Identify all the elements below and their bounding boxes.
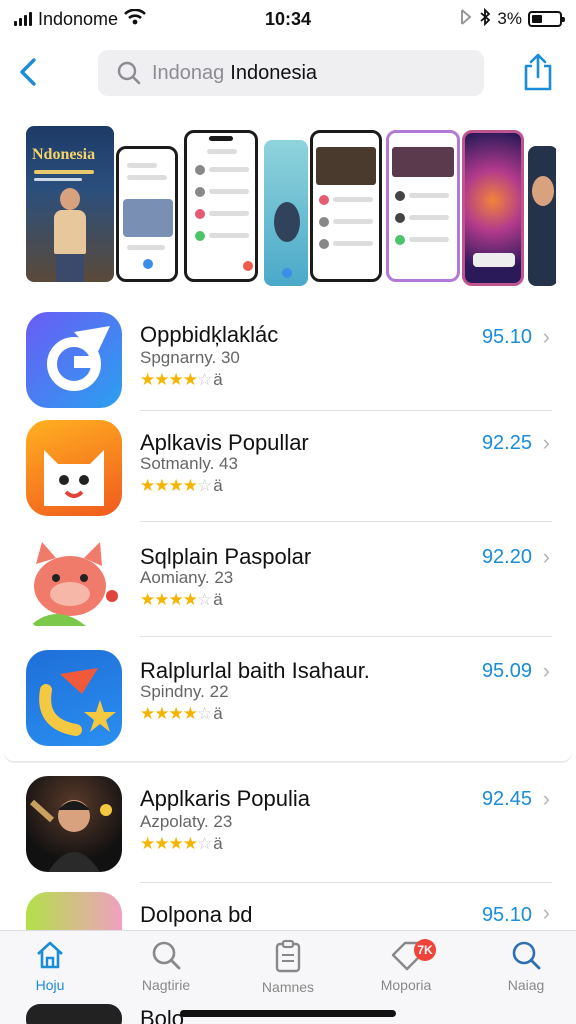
tab-label: Nagtirie xyxy=(141,977,191,993)
app-name: Sqlplain Paspolar xyxy=(140,544,312,569)
search-query: Indonesia xyxy=(230,61,318,84)
tab-label: Hoju xyxy=(35,977,65,993)
notification-badge: 7K xyxy=(414,939,436,961)
star-swoosh-icon xyxy=(26,650,122,746)
tab-search-2[interactable]: Naiag xyxy=(476,939,576,1009)
row-divider xyxy=(140,410,552,411)
app-subtitle: Spgnarny. 30 xyxy=(140,348,240,367)
tab-label: Moporia xyxy=(380,977,432,993)
chevron-right-icon: › xyxy=(542,544,550,569)
search-icon xyxy=(512,941,541,970)
pig-mascot-icon xyxy=(26,534,122,630)
cat-face-icon xyxy=(26,420,122,516)
row-divider xyxy=(140,636,552,637)
clipboard-icon xyxy=(275,939,301,973)
tab-deals[interactable]: 7K Moporia xyxy=(356,939,456,1009)
carrier-name: Indonome xyxy=(38,8,119,29)
app-icon-peek xyxy=(26,1004,122,1024)
app-screenshot-1[interactable] xyxy=(116,146,178,282)
app-screenshot-2[interactable] xyxy=(184,130,258,282)
rating-stars: ★★★★☆ ä xyxy=(140,704,223,723)
rating-stars: ★★★★☆ ä xyxy=(140,370,223,389)
app-name: Aplkavis Popullar xyxy=(140,430,309,455)
app-subtitle: Aomiany. 23 xyxy=(140,568,234,587)
app-name: Ralplurlal baith Isahaur. xyxy=(140,658,370,683)
tab-label: Naiag xyxy=(507,977,545,993)
chevron-right-icon: › xyxy=(542,900,550,925)
rating-stars: ★★★★☆ ä xyxy=(140,476,223,495)
app-name: Dolpona bd xyxy=(140,902,253,927)
share-button[interactable] xyxy=(520,52,556,92)
chevron-right-icon: › xyxy=(542,658,550,683)
poster-title: Ndonesia xyxy=(32,146,96,163)
wifi-icon xyxy=(124,8,146,30)
tab-search[interactable]: Nagtirie xyxy=(116,939,216,1009)
peek-app-name: Bolo xyxy=(140,1006,185,1024)
app-screenshot-6[interactable] xyxy=(462,130,524,286)
app-row[interactable]: Ralplurlal baith Isahaur. Spindny. 22 ★★… xyxy=(0,646,576,750)
battery-percent: 3% xyxy=(497,9,522,28)
performer-photo-icon xyxy=(26,776,122,872)
location-arrow-icon xyxy=(459,8,473,31)
bluetooth-icon xyxy=(479,7,491,31)
status-right: 3% xyxy=(459,7,565,31)
colorful-n-icon xyxy=(26,892,122,930)
tab-home[interactable]: Hoju xyxy=(0,939,100,1009)
app-screenshot-5[interactable] xyxy=(386,130,460,282)
share-icon xyxy=(524,53,552,91)
back-button[interactable] xyxy=(14,54,46,90)
app-screenshot-3[interactable] xyxy=(264,140,308,286)
app-row[interactable]: Sqlplain Paspolar Aomiany. 23 ★★★★☆ ä 92.… xyxy=(0,532,576,636)
app-price: 95.10 xyxy=(481,904,532,926)
row-divider xyxy=(140,882,552,883)
app-subtitle: Sotmanly. 43 xyxy=(140,454,238,473)
battery-icon xyxy=(528,11,565,27)
chevron-left-icon xyxy=(20,58,36,86)
app-screenshot-4[interactable] xyxy=(310,130,382,282)
app-subtitle: Azpolaty. 23 xyxy=(140,812,233,831)
app-row[interactable]: Oppbidķlaklác Spgnarny. 30 ★★★★☆ ä 95.10 … xyxy=(0,308,576,412)
search-icon xyxy=(152,941,181,970)
home-icon xyxy=(37,941,63,969)
tab-updates[interactable]: Namnes xyxy=(238,939,338,1009)
app-row[interactable]: Dolpona bd 95.10 › xyxy=(0,890,576,930)
status-bar: Indonome 10:34 3% xyxy=(0,0,576,38)
app-price: 92.20 xyxy=(481,546,532,568)
row-divider xyxy=(140,521,552,522)
rating-stars: ★★★★☆ ä xyxy=(140,590,223,609)
app-price: 95.09 xyxy=(481,660,532,682)
chevron-right-icon: › xyxy=(542,786,550,811)
g-arrow-icon xyxy=(26,312,122,408)
app-name: Applkaris Populia xyxy=(140,786,310,811)
home-indicator[interactable] xyxy=(180,1010,396,1017)
tab-label: Namnes xyxy=(261,979,315,995)
app-row[interactable]: Aplkavis Popullar Sotmanly. 43 ★★★★☆ ä 92… xyxy=(0,418,576,522)
poster-screenshot[interactable]: Ndonesia xyxy=(26,126,114,282)
app-screenshot-7[interactable] xyxy=(528,146,556,286)
nav-bar: Indonag Indonesia xyxy=(0,44,576,104)
rating-stars: ★★★★☆ ä xyxy=(140,834,223,853)
search-placeholder: Indonag xyxy=(152,61,225,84)
app-price: 95.10 xyxy=(481,326,532,348)
app-name: Oppbidķlaklác xyxy=(140,322,279,347)
chevron-right-icon: › xyxy=(542,430,550,455)
app-price: 92.45 xyxy=(481,788,532,810)
app-row[interactable]: Applkaris Populia Azpolaty. 23 ★★★★☆ ä 92… xyxy=(0,772,576,876)
person-figure-icon xyxy=(52,188,88,282)
search-icon xyxy=(117,61,141,85)
app-subtitle: Spindny. 22 xyxy=(140,682,229,701)
search-input[interactable]: Indonag Indonesia xyxy=(98,50,484,96)
app-price: 92.25 xyxy=(481,432,532,454)
signal-icon xyxy=(14,12,32,26)
screenshot-carousel[interactable]: Ndonesia xyxy=(26,122,556,286)
chevron-right-icon: › xyxy=(542,324,550,349)
